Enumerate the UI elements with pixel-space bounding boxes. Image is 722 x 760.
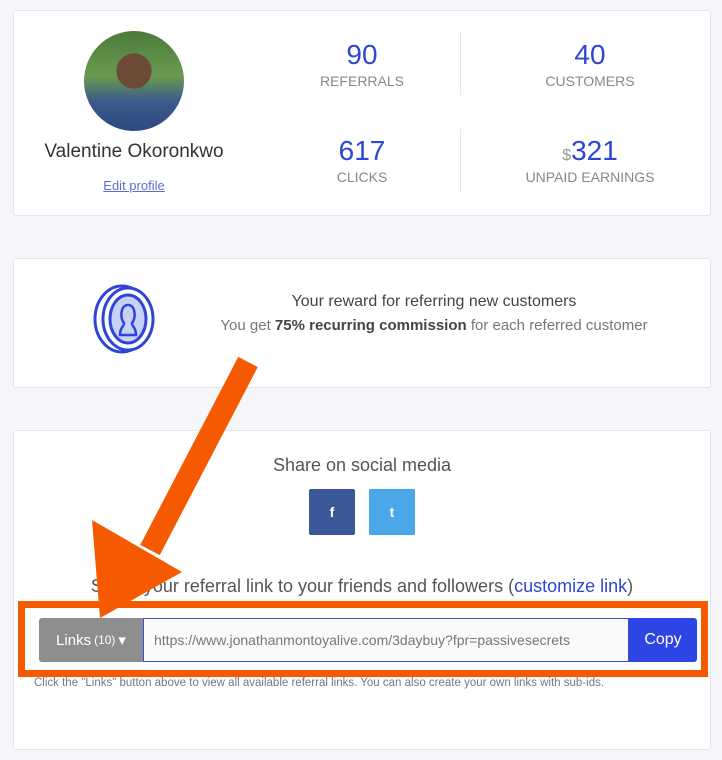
reward-card: Your reward for referring new customers … [13, 258, 711, 388]
share-link-heading: Share your referral link to your friends… [90, 576, 634, 596]
links-dropdown-button[interactable]: Links (10) ▾ [39, 618, 143, 662]
stat-value: 617 [338, 135, 386, 166]
twitter-icon: t [389, 504, 395, 520]
help-text: Click the "Links" button above to view a… [34, 677, 605, 689]
profile-card: Valentine Okoronkwo Edit profile 90 REFER… [13, 10, 711, 216]
profile-name: Valentine Okoronkwo [44, 141, 224, 162]
stat-label: REFERRALS [319, 73, 405, 89]
divider [460, 31, 461, 95]
referral-url-input[interactable]: https://www.jonathanmontoyalive.com/3day… [143, 618, 629, 662]
reward-title: Your reward for referring new customers [291, 293, 577, 310]
stat-value: 90 [346, 39, 378, 70]
stat-label: CLICKS [336, 169, 388, 185]
copy-button[interactable]: Copy [629, 618, 697, 662]
customize-link[interactable]: customize link [514, 576, 627, 596]
referral-link-bar: Links (10) ▾ https://www.jonathanmontoyali… [39, 618, 697, 662]
currency-symbol: $ [562, 147, 572, 164]
reward-description: You get 75% recurring commission for eac… [220, 317, 648, 334]
stat-value: 321 [571, 135, 618, 166]
stat-customers: 40 CUSTOMERS [490, 39, 690, 89]
edit-profile-link[interactable]: Edit profile [14, 178, 254, 193]
share-card: Share on social media f t Share your ref… [13, 430, 711, 750]
stat-label: UNPAID EARNINGS [525, 169, 655, 185]
stat-unpaid-earnings: $321 UNPAID EARNINGS [490, 135, 690, 185]
highlight-box: Links (10) ▾ https://www.jonathanmontoyali… [18, 601, 708, 677]
divider [460, 129, 461, 193]
facebook-share-button[interactable]: f [309, 489, 355, 535]
stat-value: 40 [574, 39, 606, 70]
stat-label: CUSTOMERS [545, 73, 635, 89]
stat-referrals: 90 REFERRALS [262, 39, 462, 89]
avatar [84, 31, 184, 131]
stat-clicks: 617 CLICKS [262, 135, 462, 185]
facebook-icon: f [329, 504, 335, 520]
twitter-share-button[interactable]: t [369, 489, 415, 535]
coin-user-icon [93, 284, 155, 354]
caret-down-icon: ▾ [118, 632, 126, 649]
share-title: Share on social media [272, 455, 452, 475]
